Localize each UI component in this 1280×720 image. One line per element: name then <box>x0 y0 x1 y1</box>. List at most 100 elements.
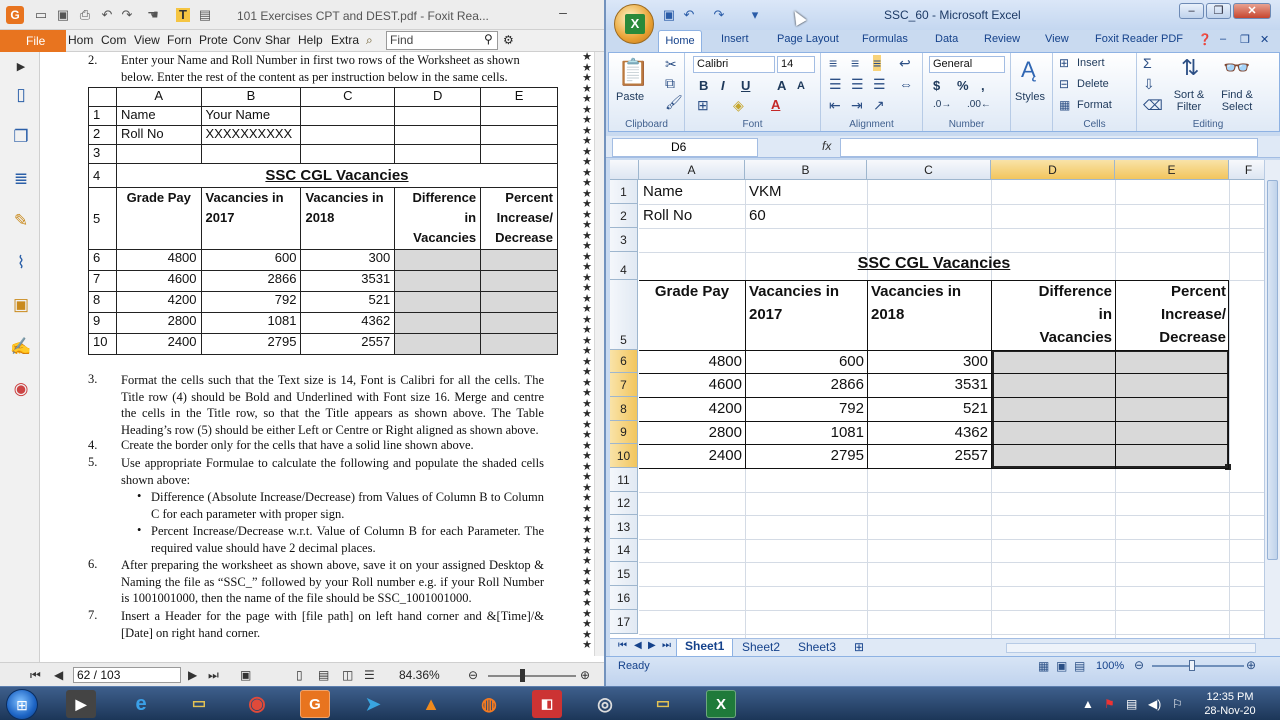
cell-c7[interactable]: 3531 <box>867 376 988 393</box>
row-header-4[interactable]: 4 <box>610 252 638 280</box>
row-header-6[interactable]: 6 <box>610 350 638 373</box>
insert-sheet-icon[interactable]: ⊞ <box>854 640 864 654</box>
attachments-icon[interactable]: ⌇ <box>10 252 32 274</box>
font-name-combo[interactable]: Calibri <box>693 56 775 73</box>
zoom-percent[interactable]: 100% <box>1096 660 1124 672</box>
paste-icon[interactable]: 📋 <box>617 57 649 88</box>
col-header-b[interactable]: B <box>745 160 867 180</box>
cell-a7[interactable]: 4600 <box>639 376 742 393</box>
internet-explorer-icon[interactable]: e <box>126 690 156 718</box>
shrink-font-button[interactable]: A <box>797 80 805 92</box>
cell-b1[interactable]: VKM <box>749 183 782 200</box>
excel-vertical-scrollbar[interactable] <box>1264 160 1280 638</box>
cell-title-merged[interactable]: SSC CGL Vacancies <box>639 255 1229 273</box>
page-break-view-icon[interactable]: ▤ <box>1074 659 1085 673</box>
cell-a8[interactable]: 4200 <box>639 400 742 417</box>
row-header-1[interactable]: 1 <box>610 180 638 204</box>
cell-b2[interactable]: 60 <box>749 207 766 224</box>
undo-icon[interactable]: ↶ <box>100 8 114 22</box>
find-input[interactable]: Find <box>386 31 498 50</box>
col-header-a[interactable]: A <box>639 160 745 180</box>
cell-b5-line1[interactable]: Vacancies in <box>749 283 839 300</box>
align-right-icon[interactable]: ☰ <box>873 76 886 93</box>
cell-c5-line2[interactable]: 2018 <box>871 306 904 323</box>
format-cells-icon[interactable]: ▦ <box>1059 98 1070 112</box>
folder-icon[interactable]: ▭ <box>648 690 678 718</box>
tab-review[interactable]: Review <box>984 33 1020 45</box>
excel-zoom-slider[interactable] <box>1152 665 1244 667</box>
save-icon[interactable]: ▣ <box>56 8 70 22</box>
find-select-button[interactable]: Find & Select <box>1215 89 1259 113</box>
sheet-tab-1[interactable]: Sheet1 <box>676 639 734 657</box>
col-header-d[interactable]: D <box>991 160 1115 180</box>
presentation-app-icon[interactable]: ◧ <box>532 690 562 718</box>
tab-foxit-reader-pdf[interactable]: Foxit Reader PDF <box>1095 33 1183 45</box>
row-header-17[interactable]: 17 <box>610 610 638 634</box>
menu-form[interactable]: Forn <box>167 33 192 47</box>
wrap-text-icon[interactable]: ↩ <box>899 55 911 72</box>
row-header-11[interactable]: 11 <box>610 468 638 492</box>
cell-c9[interactable]: 4362 <box>867 424 988 441</box>
ribbon-minimize-icon[interactable]: – <box>1220 33 1226 45</box>
print-icon[interactable]: ⎙ <box>78 8 92 22</box>
row-header-13[interactable]: 13 <box>610 515 638 539</box>
tab-home[interactable]: Home <box>658 30 702 52</box>
foxit-logo-icon[interactable]: G <box>6 6 24 24</box>
borders-icon[interactable]: ⊞ <box>697 97 709 114</box>
scroll-thumb[interactable] <box>1267 180 1278 560</box>
comma-icon[interactable]: , <box>981 78 985 93</box>
underline-button[interactable]: U <box>741 78 750 93</box>
open-icon[interactable]: ▭ <box>34 8 48 22</box>
help-icon[interactable]: ❓ <box>1198 33 1212 46</box>
settings-gear-icon[interactable]: ⚙ <box>503 33 514 47</box>
media-player-icon[interactable]: ▶ <box>66 690 96 718</box>
vlc-icon[interactable]: ▲ <box>416 690 446 718</box>
col-header-e[interactable]: E <box>1115 160 1229 180</box>
cell-e5-line1[interactable]: Percent <box>1115 283 1226 300</box>
align-center-icon[interactable]: ☰ <box>851 76 864 93</box>
cell-a9[interactable]: 2800 <box>639 424 742 441</box>
cell-a10[interactable]: 2400 <box>639 447 742 464</box>
excel-zoom-out-icon[interactable]: ⊖ <box>1134 658 1144 672</box>
merge-center-icon[interactable]: ⇔ <box>899 76 913 92</box>
last-page-icon[interactable]: ⏭ <box>208 668 219 683</box>
increase-indent-icon[interactable]: ⇥ <box>851 97 863 114</box>
zoom-level[interactable]: 84.36% <box>399 668 440 682</box>
tray-network-icon[interactable]: ▤ <box>1126 697 1137 711</box>
selected-range-d6-e10[interactable] <box>992 350 1229 468</box>
font-color-button[interactable]: A <box>771 97 780 112</box>
continuous-page-icon[interactable]: ▤ <box>318 668 329 682</box>
search-icon[interactable]: ⚲ <box>484 32 493 46</box>
firefox-icon[interactable]: ◍ <box>474 690 504 718</box>
select-all-corner[interactable] <box>610 160 639 180</box>
row-header-14[interactable]: 14 <box>610 539 638 562</box>
taskbar-clock[interactable]: 12:35 PM 28-Nov-20 <box>1195 690 1265 718</box>
excel-save-icon[interactable]: ▣ <box>662 8 676 22</box>
typewriter-icon[interactable]: T <box>176 8 190 22</box>
cell-b9[interactable]: 1081 <box>745 424 864 441</box>
sidebar-expand-icon[interactable]: ▶ <box>10 56 32 78</box>
foxit-vertical-scrollbar[interactable] <box>594 52 604 656</box>
continuous-facing-icon[interactable]: ☰ <box>364 668 375 682</box>
sheet-tab-2[interactable]: Sheet2 <box>742 640 780 654</box>
file-explorer-icon[interactable]: ▭ <box>184 690 214 718</box>
excel-close-button[interactable]: ✕ <box>1233 3 1271 19</box>
page-number-field[interactable]: 62 / 103 <box>73 667 181 683</box>
tab-page-layout[interactable]: Page Layout <box>777 33 839 45</box>
single-page-icon[interactable]: ▯ <box>296 668 303 682</box>
cell-d5-line2[interactable]: in <box>991 306 1112 323</box>
menu-view[interactable]: View <box>134 33 160 47</box>
align-bottom-icon[interactable]: ≡ <box>873 55 882 71</box>
cut-icon[interactable]: ✂ <box>665 56 677 73</box>
menu-comment[interactable]: Com <box>101 33 126 47</box>
cell-c8[interactable]: 521 <box>867 400 988 417</box>
next-page-icon[interactable]: ▶ <box>188 668 197 682</box>
row-header-8[interactable]: 8 <box>610 397 638 421</box>
cell-b8[interactable]: 792 <box>745 400 864 417</box>
cell-e5-line2[interactable]: Increase/ <box>1115 306 1226 323</box>
save-page-icon[interactable]: ▣ <box>240 668 251 682</box>
worksheet-grid[interactable]: A B C D E F 1 2 3 4 5 6 7 8 9 10 11 12 1… <box>610 160 1264 638</box>
page-thumbnail-icon[interactable]: ▯ <box>10 84 32 106</box>
security-lock-icon[interactable]: ▣ <box>10 294 32 316</box>
office-button[interactable]: X <box>614 4 654 44</box>
